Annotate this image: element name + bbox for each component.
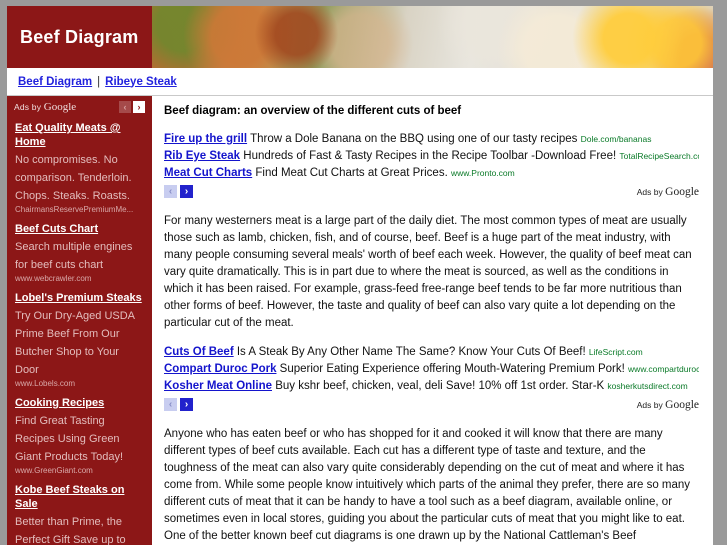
sidebar-ad-description: Better than Prime, the Perfect Gift Save… [15,516,126,545]
sidebar-ad-description: Find Great Tasting Recipes Using Green G… [15,415,124,463]
sidebar-prev-arrow-icon[interactable]: ‹ [119,101,131,113]
ad-description: Buy kshr beef, chicken, veal, deli Save!… [275,380,605,392]
sidebar-ad-url: www.GreenGiant.com [15,466,93,475]
ad-row[interactable]: Compart Duroc Pork Superior Eating Exper… [164,361,699,378]
adsense-footer: ‹ › Ads by Google [164,184,699,199]
ad-url: Dole.com/bananas [580,134,652,144]
ad-title[interactable]: Meat Cut Charts [164,167,252,179]
ad-title[interactable]: Kosher Meat Online [164,380,272,392]
nav-link-beef-diagram[interactable]: Beef Diagram [18,76,92,88]
article-paragraph: For many westerners meat is a large part… [164,215,692,329]
ads-by-google-label: Ads by Google [636,398,699,411]
site-title-block: Beef Diagram [7,6,152,68]
ad-title[interactable]: Compart Duroc Pork [164,363,276,375]
ad-row[interactable]: Cuts Of Beef Is A Steak By Any Other Nam… [164,344,699,361]
sidebar-ad-item[interactable]: Lobel's Premium Steaks Try Our Dry-Aged … [7,285,152,390]
page-title: Beef Diagram [20,27,139,47]
ad-url: TotalRecipeSearch.com [619,151,699,161]
nav-separator: | [97,75,101,88]
ad-title[interactable]: Cuts Of Beef [164,346,234,358]
ad-title[interactable]: Rib Eye Steak [164,150,240,162]
ad-url: www.compartdurocpork.com [628,364,699,374]
sidebar-ad-pager: ‹ › [119,101,145,113]
ad-next-arrow-icon[interactable]: › [180,185,193,198]
sidebar-adsense-header: Ads by Google ‹ › [7,96,152,115]
ad-pager: ‹ › [164,185,193,198]
sidebar-ad-title[interactable]: Lobel's Premium Steaks [15,291,144,305]
ads-by-google-label: Ads by Google [636,185,699,198]
ad-row[interactable]: Fire up the grill Throw a Dole Banana on… [164,131,699,148]
sidebar-ad-title[interactable]: Kobe Beef Steaks on Sale [15,483,144,511]
sidebar-ad-item[interactable]: Kobe Beef Steaks on Sale Better than Pri… [7,477,152,545]
sidebar-ad-url: ChairmansReservePremiumMe... [15,205,134,214]
article-heading: Beef diagram: an overview of the differe… [164,105,462,117]
sidebar-ad-item[interactable]: Eat Quality Meats @ Home No compromises.… [7,115,152,216]
main-content: Beef diagram: an overview of the differe… [152,96,713,545]
ad-row[interactable]: Meat Cut Charts Find Meat Cut Charts at … [164,165,699,182]
browser-page: Beef Diagram Beef Diagram | Ribeye Steak… [7,6,713,545]
ad-row[interactable]: Rib Eye Steak Hundreds of Fast & Tasty R… [164,148,699,165]
adsense-footer: ‹ › Ads by Google [164,397,699,412]
ad-description: Hundreds of Fast & Tasty Recipes in the … [243,150,617,162]
ad-prev-arrow-icon[interactable]: ‹ [164,185,177,198]
ad-prev-arrow-icon[interactable]: ‹ [164,398,177,411]
content-wrapper: Ads by Google ‹ › Eat Quality Meats @ Ho… [7,96,713,545]
sidebar-ad-title[interactable]: Eat Quality Meats @ Home [15,121,144,149]
ad-url: www.Pronto.com [450,168,515,178]
ad-description: Find Meat Cut Charts at Great Prices. [255,167,448,179]
ad-description: Superior Eating Experience offering Mout… [279,363,625,375]
sidebar-ads: Ads by Google ‹ › Eat Quality Meats @ Ho… [7,96,152,545]
breadcrumb-nav: Beef Diagram | Ribeye Steak [7,68,713,96]
ad-next-arrow-icon[interactable]: › [180,398,193,411]
sidebar-ad-title[interactable]: Cooking Recipes [15,396,144,410]
sidebar-next-arrow-icon[interactable]: › [133,101,145,113]
ad-description: Is A Steak By Any Other Name The Same? K… [236,346,586,358]
sidebar-ad-url: www.webcrawler.com [15,274,92,283]
page-root: Beef Diagram Beef Diagram | Ribeye Steak… [0,0,727,545]
article-paragraph: Anyone who has eaten beef or who has sho… [164,428,691,542]
sidebar-ad-description: No compromises. No comparison. Tenderloi… [15,154,132,202]
adsense-block-top: Fire up the grill Throw a Dole Banana on… [164,131,699,199]
sidebar-ad-description: Try Our Dry-Aged USDA Prime Beef From Ou… [15,310,135,376]
ad-row[interactable]: Kosher Meat Online Buy kshr beef, chicke… [164,378,699,395]
sidebar-ad-url: www.Lobels.com [15,379,76,388]
ad-url: kosherkutsdirect.com [607,381,688,391]
adsense-block-middle: Cuts Of Beef Is A Steak By Any Other Nam… [164,344,699,412]
ad-url: LifeScript.com [588,347,643,357]
site-header: Beef Diagram [7,6,713,68]
sidebar-ad-item[interactable]: Beef Cuts Chart Search multiple engines … [7,216,152,285]
ad-description: Throw a Dole Banana on the BBQ using one… [250,133,578,145]
ad-title[interactable]: Fire up the grill [164,133,247,145]
sidebar-ad-item[interactable]: Cooking Recipes Find Great Tasting Recip… [7,390,152,477]
sidebar-ads-by-google-label: Ads by Google [14,101,77,113]
nav-link-ribeye-steak[interactable]: Ribeye Steak [105,76,177,88]
ad-pager: ‹ › [164,398,193,411]
sidebar-ad-description: Search multiple engines for beef cuts ch… [15,241,133,271]
sidebar-ad-title[interactable]: Beef Cuts Chart [15,222,144,236]
